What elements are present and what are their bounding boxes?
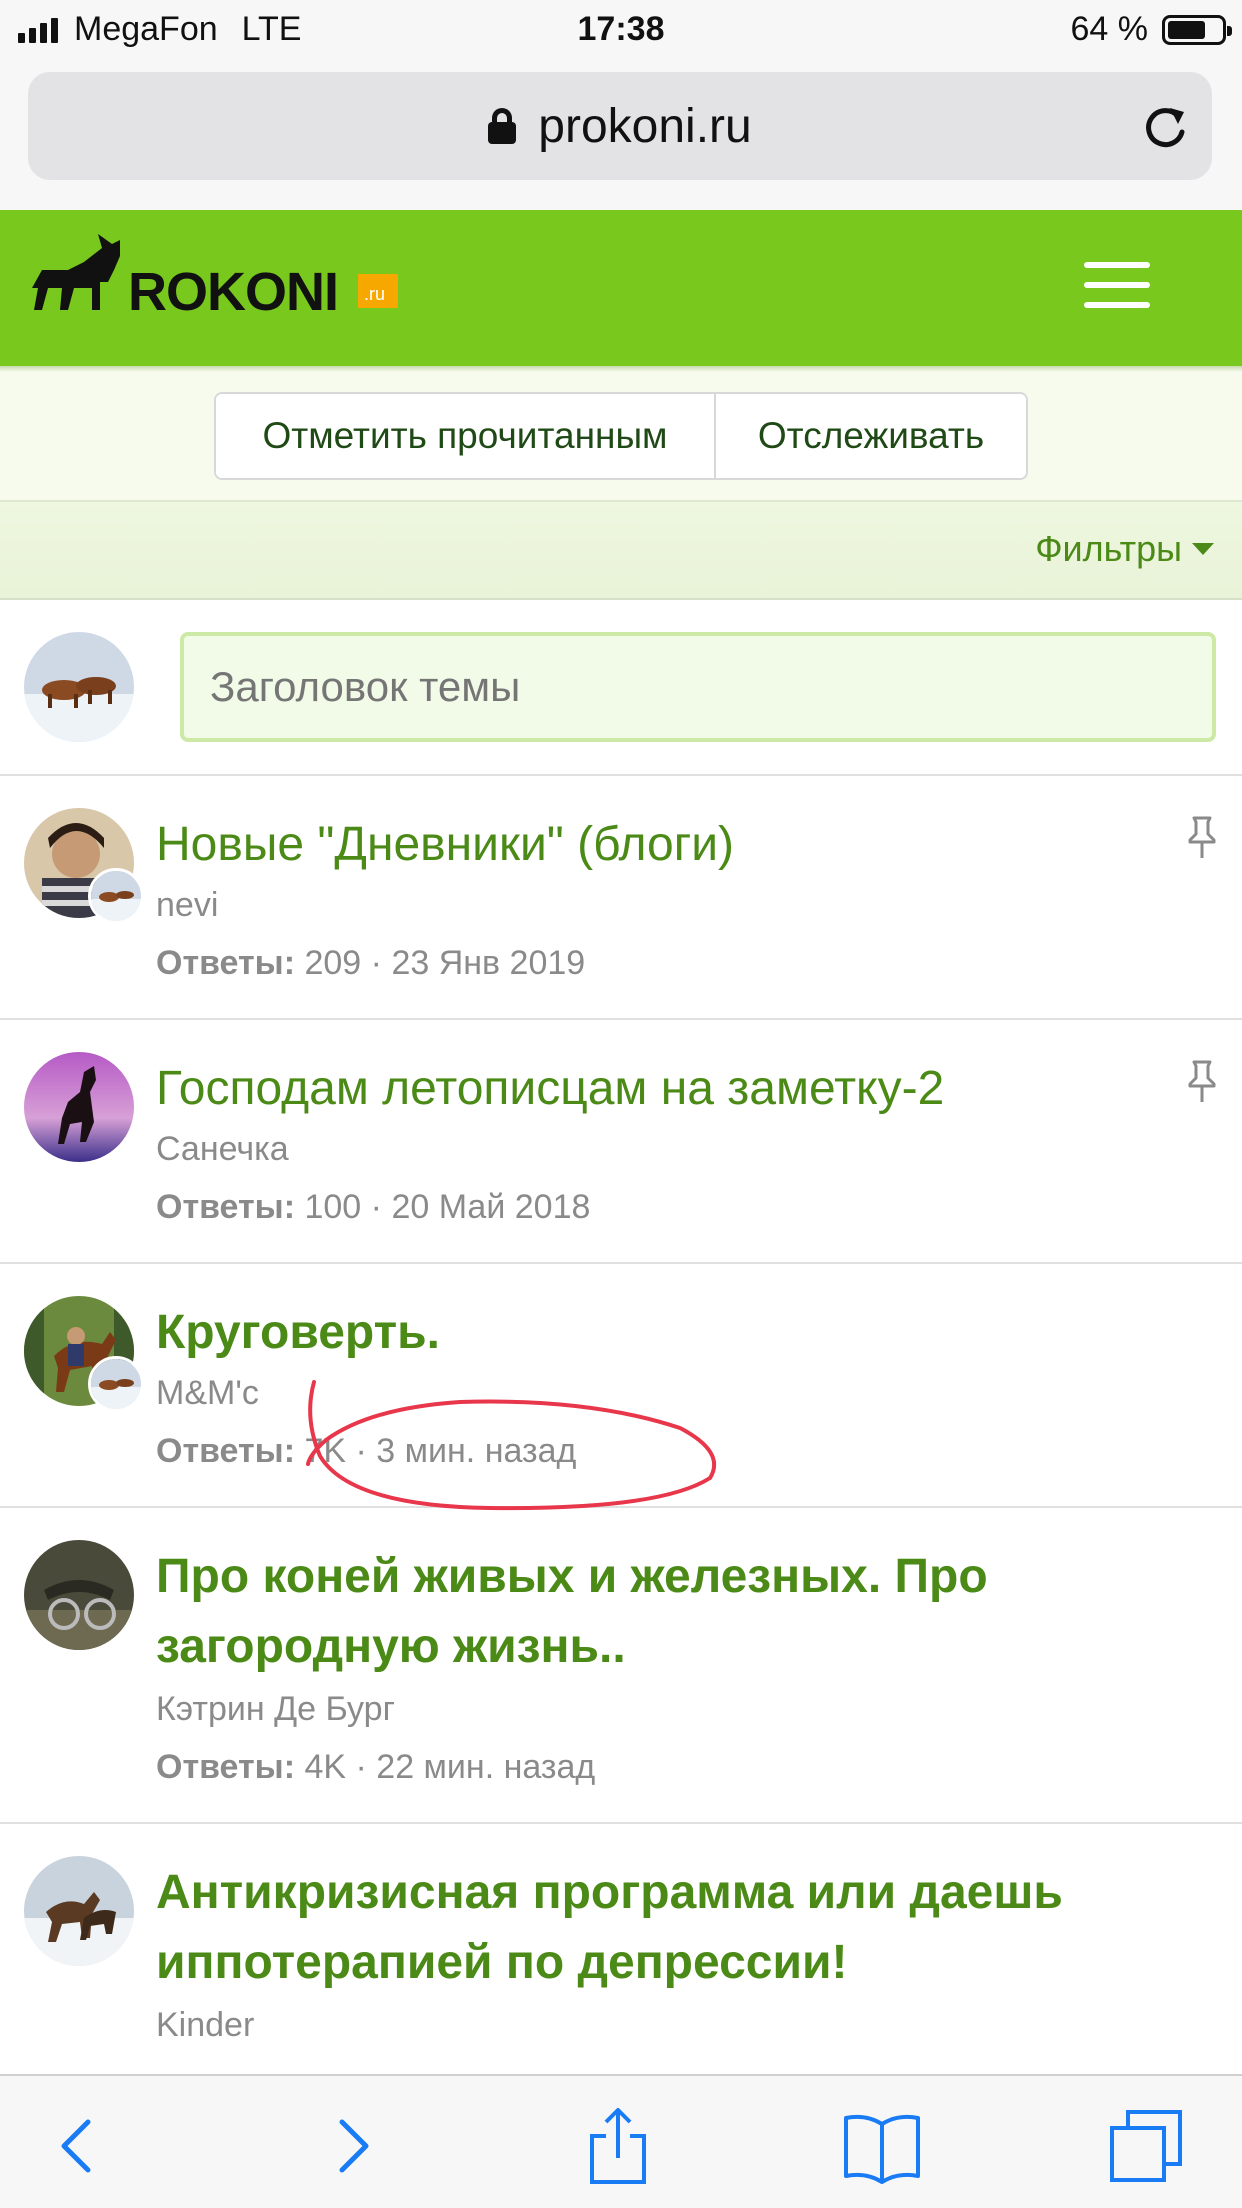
thread-title[interactable]: Господам летописцам на заметку-2	[156, 1054, 1132, 1124]
replies-label: Ответы:	[156, 1188, 296, 1226]
thread-meta: Ответы: 209 · 23 Янв 2019	[156, 944, 586, 982]
thread-item[interactable]: Круговерть. M&M'c Ответы: 7K · 3 мин. на…	[0, 1264, 1242, 1508]
thread-title[interactable]: Про коней живых и железных. Про загородн…	[156, 1542, 1132, 1682]
last-poster-avatar[interactable]	[88, 1356, 144, 1412]
thread-item[interactable]: Про коней живых и железных. Про загородн…	[0, 1508, 1242, 1824]
status-time: 17:38	[577, 10, 665, 48]
thread-actions: Отметить прочитанным Отслеживать	[0, 372, 1242, 500]
replies-count: 4K	[304, 1748, 347, 1786]
reload-icon[interactable]	[1140, 102, 1190, 152]
battery-percent: 64 %	[1070, 10, 1149, 48]
thread-meta: Ответы: 4K · 22 мин. назад	[156, 1748, 596, 1786]
lock-icon	[488, 108, 517, 144]
filters-dropdown[interactable]: Фильтры	[1035, 528, 1214, 570]
share-icon[interactable]	[578, 2106, 658, 2186]
status-bar: MegaFon LTE 17:38 64 %	[0, 0, 1242, 62]
thread-date[interactable]: 23 Янв 2019	[391, 944, 585, 982]
action-button-group: Отметить прочитанным Отслеживать	[214, 392, 1028, 480]
thread-title[interactable]: Новые "Дневники" (блоги)	[156, 810, 1132, 880]
browser-top-bar: prokoni.ru	[0, 62, 1242, 210]
thread-avatar[interactable]	[24, 1856, 134, 1966]
forward-icon[interactable]	[312, 2106, 392, 2186]
replies-count: 7K	[304, 1432, 347, 1470]
pin-icon	[1188, 1060, 1216, 1102]
thread-item[interactable]: Антикризисная программа или даешь иппоте…	[0, 1824, 1242, 2084]
thread-author[interactable]: nevi	[156, 886, 218, 925]
thread-title[interactable]: Круговерть.	[156, 1298, 1132, 1368]
browser-toolbar	[0, 2074, 1242, 2208]
avatar[interactable]	[24, 632, 134, 742]
thread-date[interactable]: 3 мин. назад	[376, 1432, 576, 1470]
new-thread-row	[0, 600, 1242, 776]
address-bar[interactable]: prokoni.ru	[28, 72, 1212, 180]
svg-text:ROKONI: ROKONI	[128, 262, 338, 322]
url-text[interactable]: prokoni.ru	[538, 99, 751, 154]
thread-date[interactable]: 20 Май 2018	[391, 1188, 590, 1226]
replies-label: Ответы:	[156, 944, 296, 982]
tabs-icon[interactable]	[1106, 2106, 1186, 2186]
filters-label: Фильтры	[1035, 528, 1182, 569]
replies-label: Ответы:	[156, 1432, 296, 1470]
thread-author[interactable]: M&M'c	[156, 1374, 259, 1413]
thread-date[interactable]: 22 мин. назад	[376, 1748, 595, 1786]
thread-author[interactable]: Санечка	[156, 1130, 289, 1169]
caret-down-icon	[1192, 543, 1214, 555]
replies-label: Ответы:	[156, 1748, 296, 1786]
thread-item[interactable]: Новые "Дневники" (блоги) nevi Ответы: 20…	[0, 776, 1242, 1020]
site-header: ROKONI .ru	[0, 210, 1242, 366]
replies-count: 209	[304, 944, 362, 982]
thread-avatar[interactable]	[24, 1052, 134, 1162]
svg-text:.ru: .ru	[364, 284, 385, 304]
hamburger-menu-icon[interactable]	[1084, 262, 1150, 308]
pin-icon	[1188, 816, 1216, 858]
last-poster-avatar[interactable]	[88, 868, 144, 924]
bookmarks-icon[interactable]	[842, 2106, 922, 2186]
thread-title-input[interactable]	[180, 632, 1216, 742]
replies-count: 100	[304, 1188, 362, 1226]
thread-item[interactable]: Господам летописцам на заметку-2 Санечка…	[0, 1020, 1242, 1264]
site-logo[interactable]: ROKONI .ru	[28, 226, 418, 346]
watch-button[interactable]: Отслеживать	[716, 394, 1026, 478]
thread-avatar[interactable]	[24, 1540, 134, 1650]
thread-author[interactable]: Кэтрин Де Бург	[156, 1690, 395, 1729]
thread-author[interactable]: Kinder	[156, 2006, 254, 2045]
mark-read-button[interactable]: Отметить прочитанным	[216, 394, 716, 478]
thread-meta: Ответы: 7K · 3 мин. назад	[156, 1432, 577, 1470]
thread-meta: Ответы: 100 · 20 Май 2018	[156, 1188, 591, 1226]
thread-title[interactable]: Антикризисная программа или даешь иппоте…	[156, 1858, 1132, 1998]
back-icon[interactable]	[38, 2106, 118, 2186]
status-right: 64 %	[1070, 10, 1232, 49]
battery-icon	[1162, 14, 1232, 45]
filters-bar: Фильтры	[0, 500, 1242, 600]
